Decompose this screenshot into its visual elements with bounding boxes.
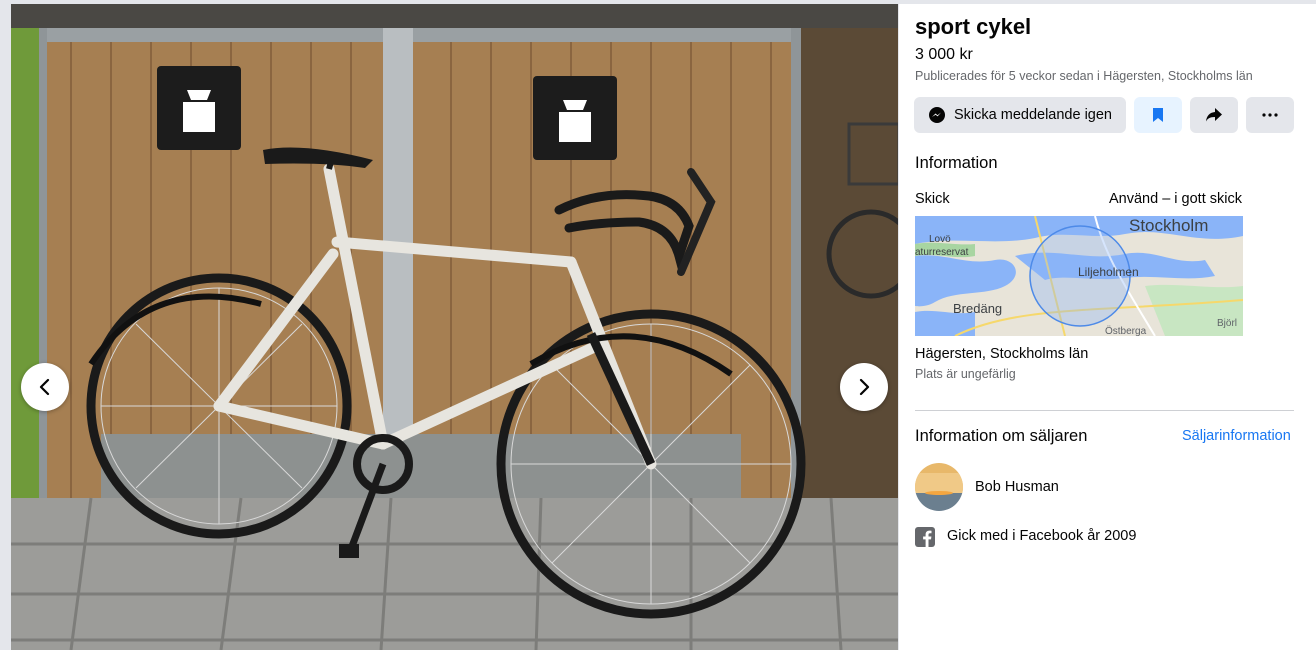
next-image-button[interactable] <box>840 363 888 411</box>
map-label-area: Liljeholmen <box>1078 265 1139 279</box>
save-button[interactable] <box>1134 97 1182 133</box>
joined-facebook-info: Gick med i Facebook år 2009 <box>947 528 1137 544</box>
seller-details-link[interactable]: Säljarinformation <box>1182 428 1291 444</box>
map-label-east: Björl <box>1217 318 1238 329</box>
send-message-again-button[interactable]: Skicka meddelande igen <box>914 97 1126 133</box>
chevron-left-icon <box>39 378 50 396</box>
more-icon <box>1262 113 1278 117</box>
share-icon <box>1206 108 1222 122</box>
listing-title: sport cykel <box>915 14 1032 39</box>
map-label-city: Stockholm <box>1129 216 1209 235</box>
published-info: Publicerades för 5 veckor sedan i Hägers… <box>915 69 1253 83</box>
location-map[interactable]: Stockholm Liljeholmen Bredäng Lovö aturr… <box>915 216 1243 336</box>
seller-info-heading: Information om säljaren <box>915 427 1088 445</box>
previous-image-button[interactable] <box>21 363 69 411</box>
facebook-icon <box>915 527 935 547</box>
map-label-south: Östberga <box>1105 326 1147 336</box>
image-viewer <box>11 4 898 650</box>
seller-avatar[interactable] <box>915 463 963 511</box>
location-note: Plats är ungefärlig <box>915 367 1016 381</box>
section-divider <box>915 410 1294 411</box>
condition-value: Använd – i gott skick <box>1109 191 1242 207</box>
share-button[interactable] <box>1190 97 1238 133</box>
location-name: Hägersten, Stockholms län <box>915 346 1089 362</box>
condition-label: Skick <box>915 191 950 207</box>
messenger-icon <box>929 107 945 123</box>
map-label-west: Lovö <box>929 234 951 245</box>
chevron-right-icon <box>859 378 870 396</box>
marketplace-listing-frame: sport cykel 3 000 kr Publicerades för 5 … <box>0 0 1316 650</box>
information-heading: Information <box>915 154 998 172</box>
listing-details-panel: sport cykel 3 000 kr Publicerades för 5 … <box>899 4 1316 650</box>
bookmark-icon <box>1153 108 1163 122</box>
seller-name[interactable]: Bob Husman <box>975 479 1059 495</box>
listing-price: 3 000 kr <box>915 46 973 63</box>
listing-photo <box>11 4 898 650</box>
more-options-button[interactable] <box>1246 97 1294 133</box>
send-message-label: Skicka meddelande igen <box>954 107 1112 123</box>
action-bar: Skicka meddelande igen <box>914 97 1294 133</box>
avatar-image <box>915 463 963 511</box>
map-label-west-2: aturreservat <box>915 247 969 258</box>
map-label-south-west: Bredäng <box>953 301 1003 316</box>
